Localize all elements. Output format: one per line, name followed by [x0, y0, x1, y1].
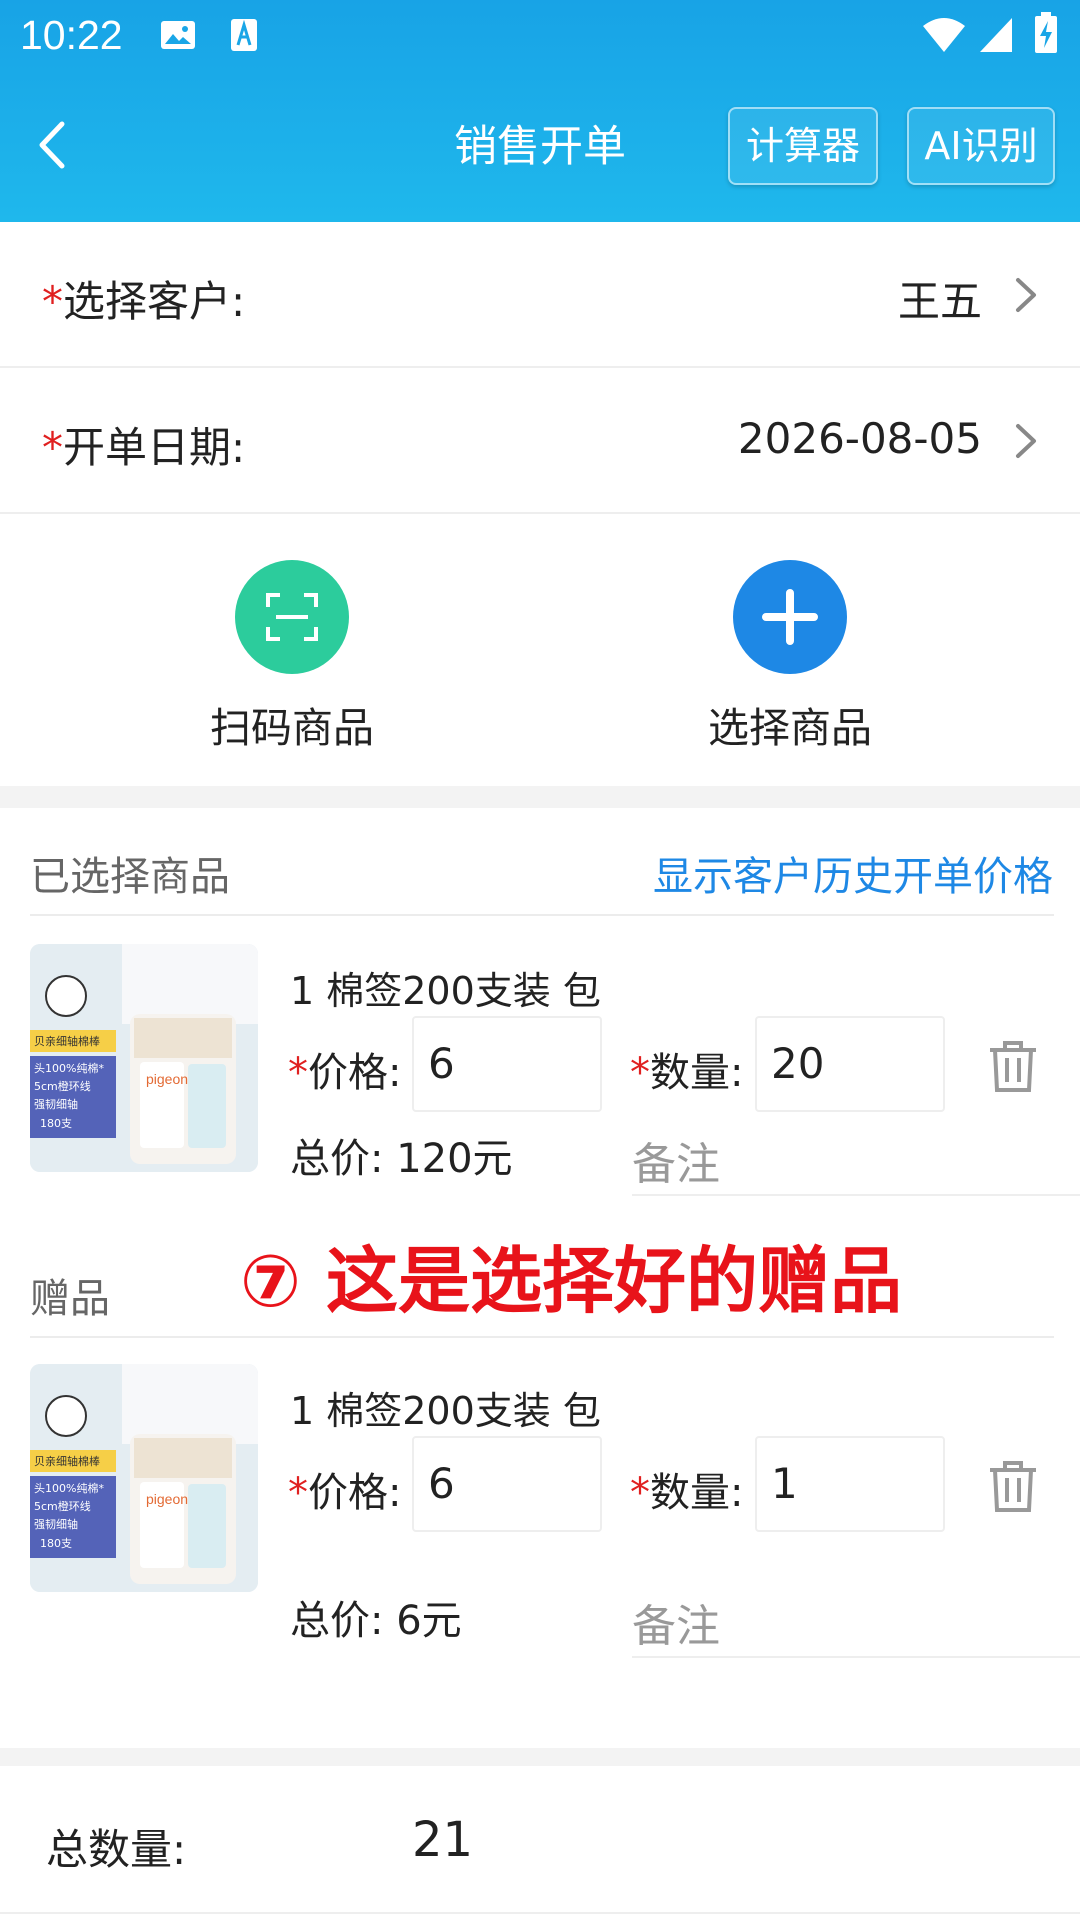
qty-label-wrap: *数量:	[630, 1040, 743, 1098]
required-mark: *	[42, 277, 63, 326]
thumb-line-5: 180支	[40, 1537, 72, 1550]
qty-label: 数量:	[650, 1050, 744, 1096]
a-letter-icon	[231, 19, 257, 51]
thumb-line-4: 强韧细轴	[34, 1517, 78, 1531]
price-label-wrap: *价格:	[288, 1460, 401, 1518]
sales-order-screen: 10:22 销售开单 计算器 AI识别 *选择客户: 王五 *开单日期: 202…	[0, 0, 1080, 1920]
line-total: 总价: 120元	[290, 1136, 513, 1182]
scan-icon	[266, 593, 318, 641]
customer-label: 选择客户:	[63, 277, 246, 326]
remark-placeholder: 备注	[632, 1601, 720, 1652]
calculator-button[interactable]: 计算器	[728, 107, 878, 185]
required-mark: *	[288, 1470, 308, 1516]
required-mark: *	[288, 1050, 308, 1096]
ai-recognize-button[interactable]: AI识别	[907, 107, 1055, 185]
price-label-wrap: *价格:	[288, 1040, 401, 1098]
thumb-line-4: 强韧细轴	[34, 1097, 78, 1111]
customer-select-row[interactable]: *选择客户: 王五	[0, 222, 1080, 368]
section-divider	[0, 786, 1080, 808]
gift-item-row: pigeon 贝亲细轴棉棒 头100%纯棉* 5cm橙环线 强韧细轴 180支 …	[0, 1336, 1080, 1658]
chevron-right-icon	[1016, 424, 1036, 458]
status-bar: 10:22	[0, 0, 1080, 74]
plus-icon	[762, 589, 818, 645]
product-image: pigeon 贝亲细轴棉棒 头100%纯棉* 5cm橙环线 强韧细轴 180支	[30, 1364, 258, 1592]
section-divider	[0, 1748, 1080, 1766]
scan-circle	[235, 560, 349, 674]
total-quantity-label: 总数量:	[46, 1825, 187, 1874]
history-price-link[interactable]: 显示客户历史开单价格	[653, 844, 1053, 902]
qty-label-wrap: *数量:	[630, 1460, 743, 1518]
divider	[0, 1912, 1080, 1914]
thumb-line-1: 贝亲细轴棉棒	[34, 1034, 100, 1048]
order-summary: 总数量: 21	[0, 1766, 1080, 1920]
price-input[interactable]: 6	[412, 1016, 602, 1112]
select-product-button[interactable]: 选择商品	[660, 560, 920, 760]
selected-item-row: pigeon 贝亲细轴棉棒 头100%纯棉* 5cm橙环线 强韧细轴 180支 …	[0, 916, 1080, 1206]
thumb-line-1: 贝亲细轴棉棒	[34, 1454, 100, 1468]
product-name: 1 棉签200支装 包	[290, 1389, 601, 1433]
selected-products-title: 已选择商品	[30, 854, 230, 900]
remark-input[interactable]: 备注	[632, 1576, 1080, 1658]
wifi-icon	[923, 18, 965, 52]
line-total: 总价: 6元	[290, 1598, 462, 1644]
customer-label-wrap: *选择客户:	[42, 268, 245, 329]
date-value: 2026-08-05	[737, 414, 982, 463]
quantity-input[interactable]: 20	[755, 1016, 945, 1112]
thumb-line-3: 5cm橙环线	[34, 1499, 91, 1513]
gifts-title: 赠品	[30, 1276, 110, 1322]
scan-product-label: 扫码商品	[210, 704, 374, 752]
chevron-right-icon	[1016, 278, 1036, 312]
thumb-line-5: 180支	[40, 1117, 72, 1130]
thumb-brand: pigeon	[146, 1491, 188, 1507]
select-circle	[733, 560, 847, 674]
date-label: 开单日期:	[63, 423, 246, 472]
required-mark: *	[42, 423, 63, 472]
product-actions: 扫码商品 选择商品	[0, 516, 1080, 786]
date-label-wrap: *开单日期:	[42, 414, 245, 475]
thumb-line-2: 头100%纯棉*	[34, 1481, 104, 1495]
gifts-header: 赠品	[0, 1230, 1080, 1338]
remark-placeholder: 备注	[632, 1139, 720, 1190]
trash-icon[interactable]	[986, 1038, 1040, 1094]
trash-icon[interactable]	[986, 1458, 1040, 1514]
select-product-label: 选择商品	[708, 704, 872, 752]
thumb-brand: pigeon	[146, 1071, 188, 1087]
product-image: pigeon 贝亲细轴棉棒 头100%纯棉* 5cm橙环线 强韧细轴 180支	[30, 944, 258, 1172]
product-thumbnail: pigeon 贝亲细轴棉棒 头100%纯棉* 5cm橙环线 强韧细轴 180支	[30, 1364, 258, 1592]
customer-value: 王五	[897, 277, 982, 326]
quantity-input[interactable]: 1	[755, 1436, 945, 1532]
price-input[interactable]: 6	[412, 1436, 602, 1532]
price-label: 价格:	[308, 1470, 402, 1516]
app-header: 10:22 销售开单 计算器 AI识别	[0, 0, 1080, 222]
product-thumbnail: pigeon 贝亲细轴棉棒 头100%纯棉* 5cm橙环线 强韧细轴 180支	[30, 944, 258, 1172]
required-mark: *	[630, 1050, 650, 1096]
thumb-line-2: 头100%纯棉*	[34, 1061, 104, 1075]
qty-label: 数量:	[650, 1470, 744, 1516]
remark-input[interactable]: 备注	[632, 1114, 1080, 1196]
thumb-line-3: 5cm橙环线	[34, 1079, 91, 1093]
image-icon	[161, 21, 195, 49]
required-mark: *	[630, 1470, 650, 1516]
battery-charging-icon	[1035, 12, 1057, 53]
total-quantity-value: 21	[412, 1812, 474, 1868]
product-name: 1 棉签200支装 包	[290, 969, 601, 1013]
order-date-row[interactable]: *开单日期: 2026-08-05	[0, 368, 1080, 514]
price-label: 价格:	[308, 1050, 402, 1096]
scan-product-button[interactable]: 扫码商品	[162, 560, 422, 760]
signal-icon	[980, 18, 1012, 52]
selected-products-header: 已选择商品 显示客户历史开单价格	[0, 808, 1080, 916]
status-time: 10:22	[20, 12, 123, 58]
